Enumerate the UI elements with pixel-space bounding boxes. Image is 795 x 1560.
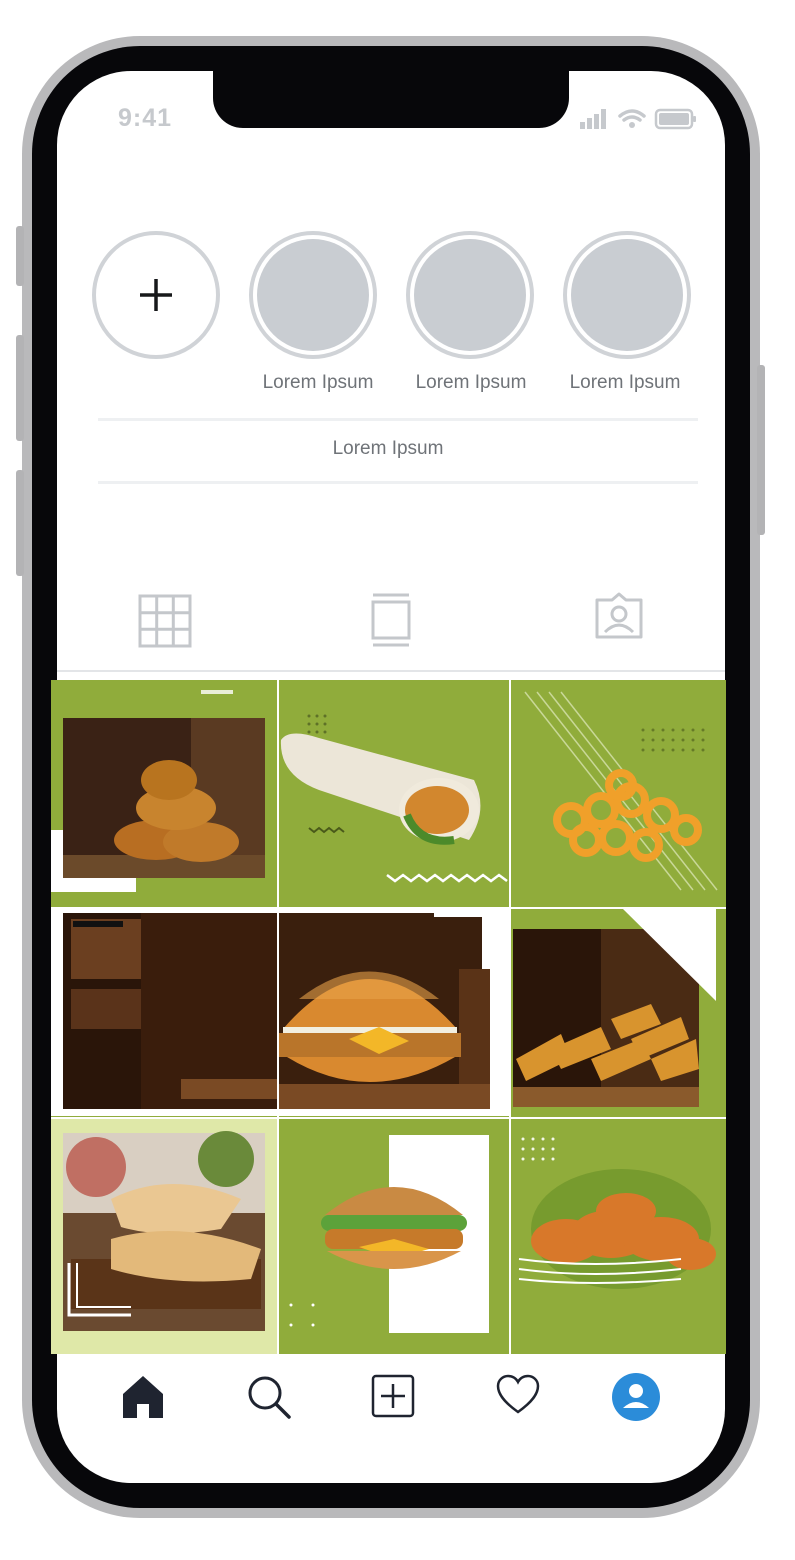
curly-fries-image bbox=[511, 680, 726, 907]
heart-icon bbox=[496, 1374, 540, 1414]
chicken-burger-image bbox=[279, 909, 510, 1116]
story-highlight-1-label: Lorem Ipsum bbox=[262, 372, 374, 393]
potato-wedges-image bbox=[511, 909, 726, 1116]
notch bbox=[213, 70, 569, 128]
grid-line-h2 bbox=[51, 1117, 726, 1119]
tab-reels[interactable] bbox=[370, 592, 412, 655]
bottom-nav bbox=[57, 1356, 725, 1440]
nav-home[interactable] bbox=[121, 1374, 165, 1425]
search-icon bbox=[248, 1376, 291, 1419]
tab-tagged[interactable] bbox=[594, 592, 644, 647]
signal-icon bbox=[580, 109, 606, 129]
cheeseburger-image bbox=[279, 1119, 510, 1354]
status-time: 9:41 bbox=[118, 104, 173, 132]
chicken-wrap-image bbox=[279, 680, 510, 907]
fried-chicken-image bbox=[511, 1119, 726, 1354]
posts-grid bbox=[51, 680, 726, 1354]
story-highlight-1[interactable] bbox=[249, 231, 377, 359]
grid-line-v2 bbox=[509, 680, 511, 1354]
wooden-table-image bbox=[51, 909, 278, 1116]
post-2[interactable] bbox=[279, 680, 510, 907]
tagged-icon bbox=[595, 592, 643, 639]
post-8[interactable] bbox=[279, 1119, 510, 1354]
grid-icon bbox=[138, 594, 192, 648]
battery-icon bbox=[654, 108, 696, 130]
nav-profile[interactable] bbox=[611, 1372, 661, 1427]
grid-line-h1 bbox=[51, 907, 726, 909]
reels-icon bbox=[371, 593, 411, 647]
post-5[interactable] bbox=[279, 909, 510, 1116]
volume-down-button bbox=[16, 470, 24, 576]
status-icons bbox=[578, 106, 698, 137]
story-highlight-3-label: Lorem Ipsum bbox=[569, 372, 681, 393]
nav-add-post[interactable] bbox=[371, 1374, 415, 1423]
tab-underline bbox=[57, 670, 725, 672]
wifi-icon bbox=[618, 109, 646, 122]
story-highlight-3[interactable] bbox=[563, 231, 691, 359]
story-highlight-2[interactable] bbox=[406, 231, 534, 359]
nav-search[interactable] bbox=[246, 1374, 292, 1425]
post-4[interactable] bbox=[51, 909, 278, 1116]
chicken-nuggets-image bbox=[51, 680, 278, 907]
profile-icon bbox=[612, 1373, 660, 1421]
post-3[interactable] bbox=[511, 680, 726, 907]
post-6[interactable] bbox=[511, 909, 726, 1116]
stuffed-pastry-image bbox=[51, 1119, 278, 1354]
tab-grid[interactable] bbox=[138, 594, 194, 655]
volume-up-button bbox=[16, 335, 24, 441]
divider-bottom bbox=[98, 481, 698, 484]
home-icon bbox=[123, 1376, 163, 1418]
new-story-button[interactable] bbox=[92, 231, 220, 359]
mute-switch bbox=[16, 226, 24, 286]
post-7[interactable] bbox=[51, 1119, 278, 1354]
divider-top bbox=[98, 418, 698, 421]
post-1[interactable] bbox=[51, 680, 278, 907]
plus-icon bbox=[140, 279, 172, 311]
story-highlight-2-label: Lorem Ipsum bbox=[415, 372, 527, 393]
power-button bbox=[757, 365, 765, 535]
grid-line-v1 bbox=[277, 680, 279, 1354]
post-9[interactable] bbox=[511, 1119, 726, 1354]
nav-activity[interactable] bbox=[496, 1374, 540, 1421]
add-post-icon bbox=[371, 1374, 415, 1418]
highlight-label[interactable]: Lorem Ipsum bbox=[98, 438, 678, 460]
